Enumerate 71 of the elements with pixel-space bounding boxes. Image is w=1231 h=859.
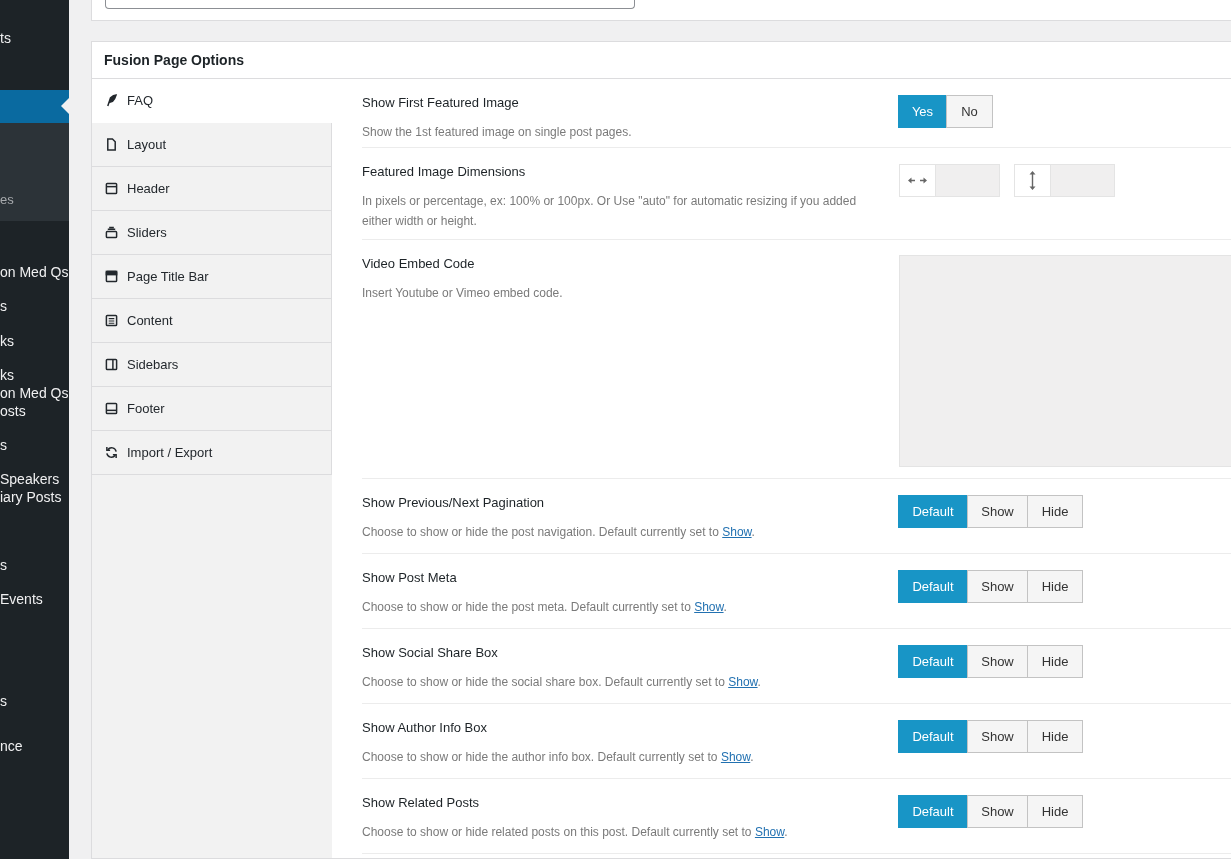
titlebar-icon xyxy=(105,270,118,283)
option-title: Show Previous/Next Pagination xyxy=(362,494,546,512)
menu-item[interactable]: s xyxy=(0,436,69,454)
option-description: Choose to show or hide the post navigation. Default currently set to Show. xyxy=(362,524,756,541)
footer-icon xyxy=(105,402,118,415)
text-field[interactable] xyxy=(105,0,635,9)
menu-item[interactable]: ts xyxy=(0,29,69,47)
option-description: Show the 1st featured image on single post pages. xyxy=(362,124,633,141)
menu-item[interactable]: osts xyxy=(0,402,69,420)
menu-item[interactable]: ks xyxy=(0,366,69,384)
option-title: Show First Featured Image xyxy=(362,94,520,112)
menu-item[interactable]: Events xyxy=(0,590,69,608)
header-icon xyxy=(105,182,118,195)
menu-item[interactable]: iary Posts xyxy=(0,488,69,506)
option-button[interactable]: No xyxy=(946,95,993,128)
option-description: Choose to show or hide the social share box. Default currently set to Show. xyxy=(362,674,762,691)
option-button[interactable]: Hide xyxy=(1027,495,1083,528)
options-tab[interactable]: Footer xyxy=(92,387,332,431)
options-tab[interactable]: Header xyxy=(92,167,332,211)
option-button[interactable]: Show xyxy=(967,495,1028,528)
menu-item[interactable]: s xyxy=(0,692,69,710)
option-title: Show Author Info Box xyxy=(362,719,489,737)
options-tab[interactable]: Sliders xyxy=(92,211,332,255)
embed-code-field[interactable] xyxy=(899,255,1231,467)
option-description: Choose to show or hide the author info box. Default currently set to Show. xyxy=(362,749,755,766)
options-tab[interactable]: Layout xyxy=(92,123,332,167)
option-button[interactable]: Show xyxy=(967,645,1028,678)
active-menu-item[interactable] xyxy=(0,90,69,123)
menu-item[interactable]: on Med Qs xyxy=(0,263,69,281)
option-description: In pixels or percentage, ex: 100% or 100px. Or Use "auto" for automatic resizing if you added either width or height. xyxy=(362,193,858,230)
submenu-item[interactable]: es xyxy=(0,191,69,209)
option-description: Insert Youtube or Vimeo embed code. xyxy=(362,285,564,302)
option-button[interactable]: Hide xyxy=(1027,645,1083,678)
horizontal-arrows-icon xyxy=(908,177,927,184)
menu-item[interactable]: s xyxy=(0,297,69,315)
vertical-arrows-icon xyxy=(1029,171,1036,190)
option-button[interactable]: Show xyxy=(967,795,1028,828)
sidebar-icon xyxy=(105,358,118,371)
menu-item[interactable]: on Med Qs xyxy=(0,384,69,402)
options-tab[interactable]: FAQ xyxy=(92,79,332,123)
option-title: Show Post Meta xyxy=(362,569,458,587)
feather-icon xyxy=(105,94,118,107)
panel-title: Fusion Page Options xyxy=(104,52,244,68)
show-link[interactable]: Show xyxy=(694,600,724,614)
menu-item[interactable]: nce xyxy=(0,737,69,755)
option-button[interactable]: Hide xyxy=(1027,795,1083,828)
option-description: Choose to show or hide the post meta. Default currently set to Show. xyxy=(362,599,728,616)
option-title: Show Related Posts xyxy=(362,794,481,812)
option-button[interactable]: Show xyxy=(967,570,1028,603)
options-tab[interactable]: Sidebars xyxy=(92,343,332,387)
show-link[interactable]: Show xyxy=(722,525,752,539)
menu-item[interactable]: s xyxy=(0,556,69,574)
option-title: Featured Image Dimensions xyxy=(362,163,527,181)
option-button[interactable]: Show xyxy=(967,720,1028,753)
option-button[interactable]: Hide xyxy=(1027,570,1083,603)
options-tab[interactable]: Content xyxy=(92,299,332,343)
menu-item[interactable]: ks xyxy=(0,332,69,350)
show-link[interactable]: Show xyxy=(728,675,758,689)
refresh-icon xyxy=(105,446,118,459)
option-title: Show Social Share Box xyxy=(362,644,499,662)
options-tab[interactable]: Page Title Bar xyxy=(92,255,332,299)
option-button[interactable]: Hide xyxy=(1027,720,1083,753)
content-icon xyxy=(105,314,118,327)
option-description: Choose to show or hide related posts on this post. Default currently set to Show. xyxy=(362,824,789,841)
stack-icon xyxy=(105,226,118,239)
menu-item[interactable]: Speakers xyxy=(0,470,69,488)
file-icon xyxy=(105,138,118,151)
width-field[interactable] xyxy=(899,164,1000,197)
option-title: Video Embed Code xyxy=(362,255,476,273)
options-tab[interactable]: Import / Export xyxy=(92,431,332,475)
height-field[interactable] xyxy=(1014,164,1115,197)
